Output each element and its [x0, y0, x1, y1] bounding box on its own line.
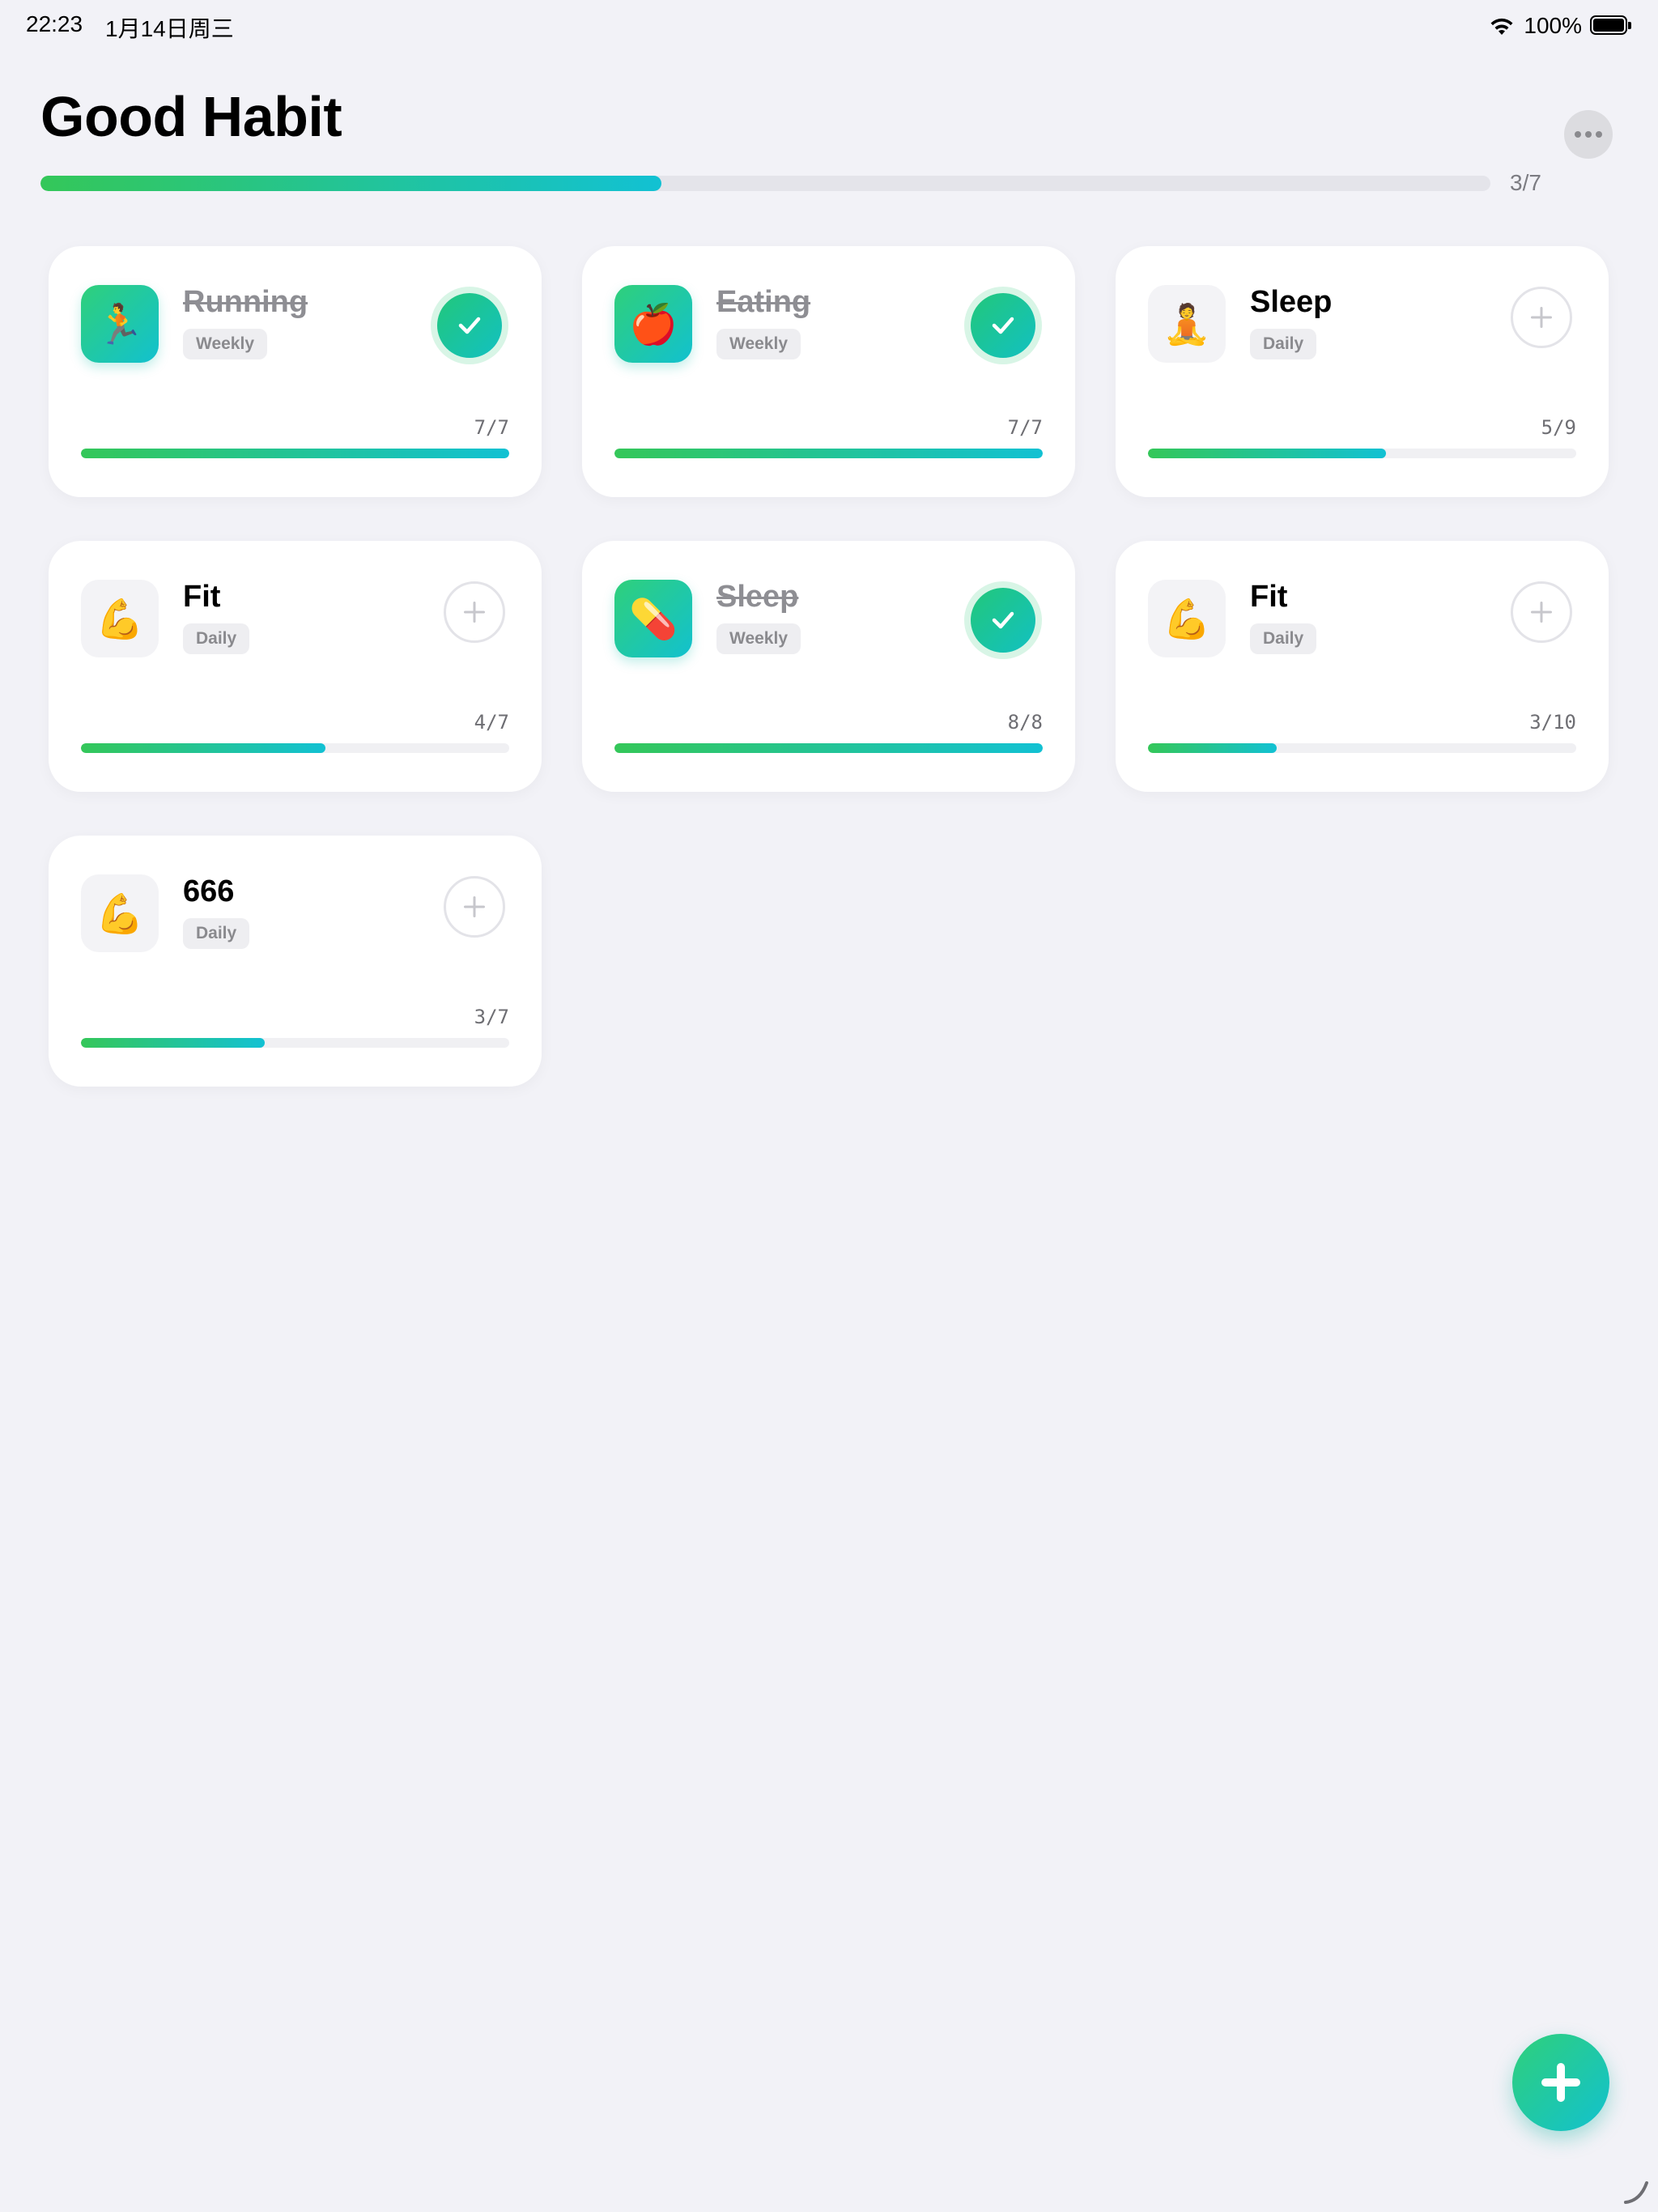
- flexed-biceps-icon: 💪: [1148, 580, 1226, 657]
- frequency-badge: Weekly: [716, 329, 801, 359]
- habit-card[interactable]: 💪 Fit Daily 3/10: [1116, 541, 1609, 792]
- status-time: 22:23: [26, 11, 83, 36]
- log-progress-button[interactable]: [444, 581, 505, 643]
- habit-name: 666: [183, 874, 235, 908]
- plus-icon: [1541, 2063, 1580, 2102]
- completed-check-button[interactable]: [964, 287, 1042, 364]
- habit-progress-fill: [81, 743, 326, 753]
- frequency-badge: Daily: [183, 623, 250, 654]
- habit-progress-fill: [1148, 743, 1277, 753]
- habit-progress-fill: [614, 449, 1043, 458]
- habit-progress-fill: [1148, 449, 1386, 458]
- overall-progress-count: 3/7: [1510, 170, 1541, 195]
- wifi-icon: [1490, 18, 1513, 35]
- habit-count: 5/9: [1541, 416, 1576, 439]
- habit-grid: 🏃 Running Weekly 7/7 🍎 Eating Weekly 7/7 🧘 Sleep D…: [49, 246, 1609, 1087]
- habit-card[interactable]: 💪 Fit Daily 4/7: [49, 541, 542, 792]
- plus-icon: [464, 896, 485, 917]
- pill-icon: 💊: [614, 580, 692, 657]
- log-progress-button[interactable]: [1511, 581, 1572, 643]
- habit-count: 8/8: [1007, 711, 1043, 734]
- frequency-badge: Weekly: [183, 329, 267, 359]
- habit-progress-fill: [81, 449, 509, 458]
- habit-progress-bar: [1148, 449, 1576, 458]
- plus-icon: [464, 602, 485, 623]
- habit-progress-bar: [81, 1038, 509, 1048]
- add-habit-button[interactable]: [1512, 2034, 1609, 2131]
- checkmark-icon: [971, 293, 1035, 358]
- habit-name: Fit: [1250, 580, 1288, 614]
- plus-icon: [1531, 602, 1552, 623]
- status-bar: 22:23 1月14日周三 100%: [0, 0, 1658, 52]
- habit-progress-fill: [81, 1038, 265, 1048]
- frequency-badge: Daily: [1250, 623, 1317, 654]
- habit-name: Fit: [183, 580, 221, 614]
- habit-count: 4/7: [474, 711, 509, 734]
- habit-progress-bar: [614, 449, 1043, 458]
- checkmark-icon: [971, 588, 1035, 653]
- habit-name: Eating: [716, 285, 811, 319]
- more-options-button[interactable]: [1564, 110, 1613, 159]
- habit-name: Sleep: [1250, 285, 1333, 319]
- completed-check-button[interactable]: [431, 287, 508, 364]
- frequency-badge: Daily: [1250, 329, 1317, 359]
- status-date: 1月14日周三: [105, 16, 234, 41]
- overall-progress-fill: [40, 176, 661, 191]
- frequency-badge: Daily: [183, 918, 250, 949]
- log-progress-button[interactable]: [1511, 287, 1572, 348]
- page-title: Good Habit: [40, 85, 342, 148]
- flexed-biceps-icon: 💪: [81, 874, 159, 952]
- habit-progress-bar: [614, 743, 1043, 753]
- battery-icon: [1590, 15, 1632, 36]
- checkmark-icon: [437, 293, 502, 358]
- habit-count: 7/7: [1007, 416, 1043, 439]
- completed-check-button[interactable]: [964, 581, 1042, 659]
- battery-percentage: 100%: [1524, 13, 1582, 38]
- habit-progress-bar: [81, 743, 509, 753]
- habit-card[interactable]: 🧘 Sleep Daily 5/9: [1116, 246, 1609, 497]
- habit-name: Sleep: [716, 580, 799, 614]
- habit-card[interactable]: 💪 666 Daily 3/7: [49, 836, 542, 1087]
- habit-progress-fill: [614, 743, 1043, 753]
- habit-progress-bar: [1148, 743, 1576, 753]
- status-indicators: 100%: [1488, 10, 1632, 42]
- ellipsis-icon: [1575, 131, 1581, 138]
- habit-count: 3/7: [474, 1006, 509, 1028]
- plus-icon: [1531, 307, 1552, 328]
- ellipsis-dot: [1585, 131, 1592, 138]
- apple-icon: 🍎: [614, 285, 692, 363]
- resize-handle-icon: [1624, 2181, 1648, 2204]
- habit-count: 7/7: [474, 416, 509, 439]
- habit-name: Running: [183, 285, 308, 319]
- frequency-badge: Weekly: [716, 623, 801, 654]
- flexed-biceps-icon: 💪: [81, 580, 159, 657]
- habit-card[interactable]: 🏃 Running Weekly 7/7: [49, 246, 542, 497]
- log-progress-button[interactable]: [444, 876, 505, 938]
- meditation-icon: 🧘: [1148, 285, 1226, 363]
- habit-card[interactable]: 💊 Sleep Weekly 8/8: [582, 541, 1075, 792]
- running-icon: 🏃: [81, 285, 159, 363]
- habit-progress-bar: [81, 449, 509, 458]
- habit-count: 3/10: [1529, 711, 1576, 734]
- ellipsis-dot: [1596, 131, 1602, 138]
- habit-card[interactable]: 🍎 Eating Weekly 7/7: [582, 246, 1075, 497]
- overall-progress-bar: [40, 176, 1490, 191]
